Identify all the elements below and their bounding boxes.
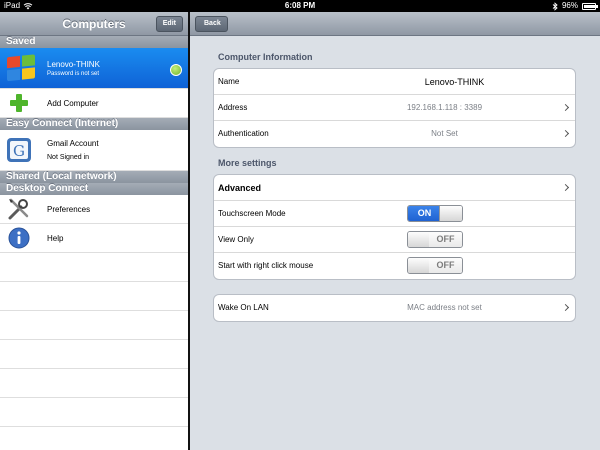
section-saved: Saved: [0, 36, 188, 48]
chevron-right-icon: [561, 129, 570, 138]
status-time: 6:08 PM: [284, 1, 316, 10]
preferences-item[interactable]: Preferences: [0, 195, 188, 224]
advanced-row[interactable]: Advanced: [214, 175, 575, 201]
touchscreen-mode-toggle[interactable]: ON: [407, 205, 463, 222]
address-row[interactable]: Address 192.168.1.118 : 3389: [214, 95, 575, 121]
chevron-right-icon: [561, 303, 570, 312]
gmail-account-label: Gmail Account: [47, 139, 99, 148]
name-label: Name: [218, 77, 240, 86]
list-item: [0, 398, 188, 427]
list-item: [0, 427, 188, 450]
right-click-mouse-label: Start with right click mouse: [218, 261, 314, 270]
bluetooth-icon: [552, 1, 558, 11]
computer-detail-pane: Back Computer Information Name Lenovo-TH…: [190, 12, 600, 450]
address-value: 192.168.1.118 : 3389: [406, 103, 483, 112]
back-button[interactable]: Back: [195, 16, 228, 32]
touchscreen-mode-row: Touchscreen Mode ON: [214, 201, 575, 227]
more-settings-group: Advanced Touchscreen Mode ON View Only O…: [213, 174, 576, 280]
address-label: Address: [218, 103, 248, 112]
name-row[interactable]: Name Lenovo-THINK: [214, 69, 575, 95]
computers-sidebar: Computers Edit Saved Lenovo-THINK Passwo…: [0, 12, 188, 450]
section-desktop-connect: Desktop Connect: [0, 183, 188, 195]
edit-button[interactable]: Edit: [155, 16, 183, 32]
computer-information-title: Computer Information: [218, 52, 313, 62]
computer-information-group: Name Lenovo-THINK Address 192.168.1.118 …: [213, 68, 576, 148]
wake-on-lan-value: MAC address not set: [407, 303, 482, 312]
battery-percent: 96%: [561, 1, 578, 10]
sync-status-icon: [170, 64, 182, 76]
gmail-account-item[interactable]: G Gmail Account Not Signed in: [0, 130, 188, 171]
computer-password-status: Password is not set: [47, 70, 100, 77]
toggle-state: OFF: [429, 258, 462, 273]
view-only-toggle[interactable]: OFF: [407, 231, 463, 248]
touchscreen-mode-label: Touchscreen Mode: [218, 209, 286, 218]
svg-text:G: G: [13, 142, 25, 160]
computer-name: Lenovo-THINK: [47, 59, 100, 69]
add-icon: [6, 90, 32, 116]
list-item: [0, 311, 188, 340]
right-click-mouse-toggle[interactable]: OFF: [407, 257, 463, 274]
wake-on-lan-label: Wake On LAN: [218, 303, 269, 312]
authentication-value: Not Set: [431, 129, 458, 138]
sidebar-navbar: Computers Edit: [0, 12, 188, 36]
info-icon: [6, 225, 32, 251]
list-item: [0, 282, 188, 311]
wake-on-lan-row[interactable]: Wake On LAN MAC address not set: [214, 295, 575, 321]
tools-icon: [6, 196, 32, 222]
authentication-label: Authentication: [218, 129, 269, 138]
advanced-label: Advanced: [218, 183, 262, 193]
detail-navbar: Back: [190, 12, 600, 36]
authentication-row[interactable]: Authentication Not Set: [214, 121, 575, 147]
gmail-sign-in-status: Not Signed in: [47, 154, 90, 161]
view-only-label: View Only: [218, 235, 254, 244]
toggle-state: OFF: [429, 232, 462, 247]
chevron-right-icon: [561, 103, 570, 112]
windows-logo-icon: [6, 54, 35, 82]
list-item: [0, 369, 188, 398]
google-icon: G: [6, 137, 32, 163]
section-shared: Shared (Local network): [0, 171, 188, 183]
right-click-mouse-row: Start with right click mouse OFF: [214, 253, 575, 279]
status-bar: iPad 6:08 PM 96%: [0, 0, 600, 12]
help-label: Help: [47, 233, 64, 243]
view-only-row: View Only OFF: [214, 227, 575, 253]
help-item[interactable]: Help: [0, 224, 188, 253]
list-item: [0, 253, 188, 282]
battery-icon: [582, 2, 598, 10]
wake-on-lan-group: Wake On LAN MAC address not set: [213, 294, 576, 322]
more-settings-title: More settings: [218, 158, 277, 168]
name-value: Lenovo-THINK: [424, 77, 485, 87]
toggle-state: ON: [408, 206, 441, 221]
section-easy-connect: Easy Connect (Internet): [0, 118, 188, 130]
preferences-label: Preferences: [47, 204, 91, 214]
computer-item-lenovo-think[interactable]: Lenovo-THINK Password is not set: [0, 48, 188, 89]
add-computer-button[interactable]: Add Computer: [0, 89, 188, 118]
add-computer-label: Add Computer: [47, 98, 99, 108]
chevron-right-icon: [561, 183, 570, 192]
list-item: [0, 340, 188, 369]
